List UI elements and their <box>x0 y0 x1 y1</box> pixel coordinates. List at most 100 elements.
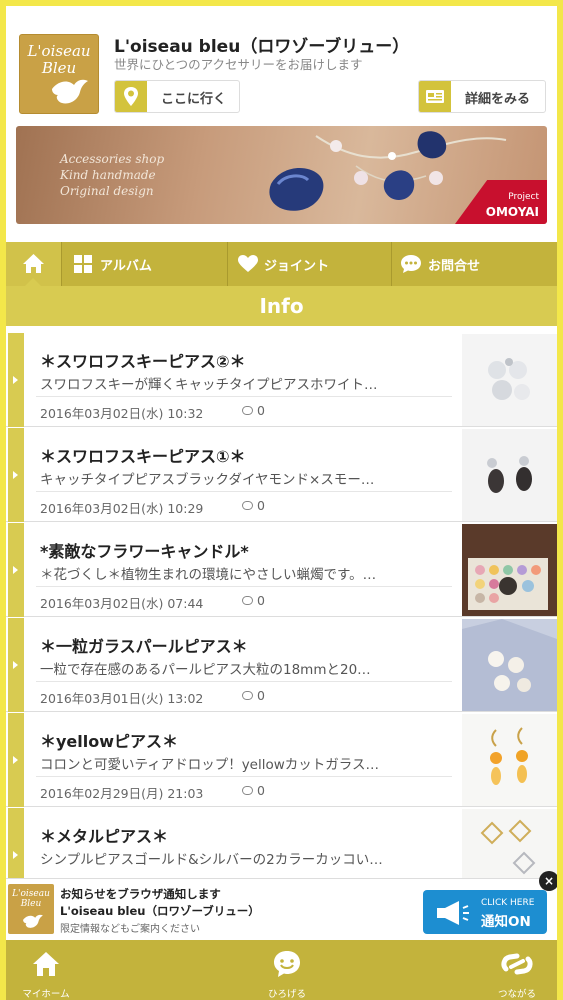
row-marker <box>8 523 24 617</box>
comment-count: 0 <box>242 403 265 418</box>
divider <box>36 776 452 777</box>
nav-album-label: アルバム <box>100 259 152 274</box>
comment-icon <box>242 596 253 605</box>
tab-spread[interactable]: ひろげる <box>217 940 357 1000</box>
megaphone-icon <box>437 901 469 925</box>
post-title: ＊メタルピアス＊ <box>40 827 169 846</box>
list-item[interactable]: ＊一粒ガラスパールピアス＊ 一粒で存在感のあるパールピアス大粒の18mmと20…… <box>6 618 557 712</box>
post-excerpt: スワロフスキーが輝くキャッチタイプピアスホワイト… <box>40 377 378 393</box>
post-title: *素敵なフラワーキャンドル* <box>40 542 249 561</box>
app-frame: L'oiseau Bleu L'oiseau bleu（ロワゾーブリュー） 世界… <box>6 6 557 1000</box>
tab-label: マイホーム <box>22 989 70 1000</box>
divider <box>36 491 452 492</box>
nav-contact[interactable]: お問合せ <box>391 242 557 286</box>
post-excerpt: キャッチタイプピアスブラックダイヤモンド×スモー… <box>40 472 375 488</box>
section-title: Info <box>6 286 557 326</box>
nav-joint-label: ジョイント <box>264 259 330 274</box>
post-thumbnail <box>462 714 557 806</box>
tab-my-home[interactable]: マイホーム <box>6 940 86 1000</box>
notify-button-label: 通知ON <box>481 914 531 930</box>
speech-bubble-icon <box>401 255 421 273</box>
link-icon <box>501 953 533 975</box>
list-item[interactable]: ＊スワロフスキーピアス①＊ キャッチタイプピアスブラックダイヤモンド×スモー… … <box>6 428 557 522</box>
banner-line-3: Original design <box>60 184 154 198</box>
post-title: ＊yellowピアス＊ <box>40 732 179 751</box>
post-thumbnail <box>462 619 557 711</box>
comment-count: 0 <box>242 593 265 608</box>
notify-on-button[interactable]: CLICK HERE 通知ON <box>423 890 547 934</box>
notify-shop-name: L'oiseau bleu（ロワゾーブリュー） <box>60 904 260 918</box>
nav-joint[interactable]: ジョイント <box>227 242 391 286</box>
shop-banner[interactable]: Accessories shop Kind handmade Original … <box>16 126 547 224</box>
map-pin-icon <box>115 81 147 112</box>
list-item[interactable]: ＊yellowピアス＊ コロンと可愛いティアドロップ！yellowカットガラス…… <box>6 713 557 807</box>
detail-label: 詳細をみる <box>465 92 531 107</box>
active-caret <box>25 278 41 286</box>
bird-icon <box>23 914 43 928</box>
row-marker <box>8 333 24 427</box>
nav-home[interactable] <box>6 242 61 286</box>
badge-big-text: OMOYAI <box>485 205 539 219</box>
shop-header: L'oiseau Bleu L'oiseau bleu（ロワゾーブリュー） 世界… <box>6 6 557 242</box>
tab-connect[interactable]: つながる <box>477 940 557 1000</box>
post-thumbnail <box>462 429 557 521</box>
chevron-right-icon <box>13 566 18 574</box>
shop-tagline: 世界にひとつのアクセサリーをお届けします <box>114 57 363 72</box>
post-date: 2016年03月02日(水) 07:44 <box>40 596 204 611</box>
comment-icon <box>242 406 253 415</box>
heart-icon <box>238 255 258 272</box>
post-title: ＊スワロフスキーピアス①＊ <box>40 447 246 466</box>
post-excerpt: コロンと可愛いティアドロップ！yellowカットガラス… <box>40 757 380 773</box>
chevron-right-icon <box>13 471 18 479</box>
post-thumbnail <box>462 809 557 878</box>
card-icon <box>419 81 451 112</box>
chevron-right-icon <box>13 661 18 669</box>
post-date: 2016年02月29日(月) 21:03 <box>40 786 204 801</box>
row-marker <box>8 808 24 878</box>
home-icon <box>33 952 59 976</box>
post-title: ＊一粒ガラスパールピアス＊ <box>40 637 248 656</box>
post-thumbnail <box>462 334 557 426</box>
notify-logo-text: L'oiseau Bleu <box>12 889 50 909</box>
tab-label: ひろげる <box>267 989 306 1000</box>
tab-label: つながる <box>497 989 536 1000</box>
grid-icon <box>74 255 92 273</box>
go-here-label: ここに行く <box>161 92 227 107</box>
detail-button[interactable]: 詳細をみる <box>418 80 546 113</box>
notify-headline: お知らせをブラウザ通知します <box>60 887 221 901</box>
post-date: 2016年03月02日(水) 10:29 <box>40 501 204 516</box>
close-icon[interactable]: × <box>539 871 557 891</box>
go-here-button[interactable]: ここに行く <box>114 80 240 113</box>
bottom-tab-bar: マイホーム ひろげる つながる <box>6 940 557 1000</box>
notify-button-small: CLICK HERE <box>481 898 535 908</box>
comment-count: 0 <box>242 688 265 703</box>
nav-album[interactable]: アルバム <box>61 242 227 286</box>
comment-icon <box>242 786 253 795</box>
comment-count: 0 <box>242 783 265 798</box>
notification-banner[interactable]: L'oiseau Bleu お知らせをブラウザ通知します L'oiseau bl… <box>6 871 557 940</box>
divider <box>36 396 452 397</box>
post-thumbnail <box>462 524 557 616</box>
list-item[interactable]: ＊メタルピアス＊ シンプルピアスゴールド&シルバーの2カラーカッコい… <box>6 808 557 878</box>
chevron-right-icon <box>13 851 18 859</box>
post-date: 2016年03月01日(火) 13:02 <box>40 691 204 706</box>
row-marker <box>8 713 24 807</box>
list-item[interactable]: *素敵なフラワーキャンドル* ＊花づくし＊植物生まれの環境にやさしい蝋燭です。…… <box>6 523 557 617</box>
notify-logo: L'oiseau Bleu <box>8 884 54 934</box>
post-excerpt: ＊花づくし＊植物生まれの環境にやさしい蝋燭です。… <box>40 567 377 583</box>
post-title: ＊スワロフスキーピアス②＊ <box>40 352 246 371</box>
banner-line-1: Accessories shop <box>60 152 165 166</box>
post-list: ＊スワロフスキーピアス②＊ スワロフスキーが輝くキャッチタイプピアスホワイト… … <box>6 333 557 878</box>
list-item[interactable]: ＊スワロフスキーピアス②＊ スワロフスキーが輝くキャッチタイプピアスホワイト… … <box>6 333 557 427</box>
post-excerpt: 一粒で存在感のあるパールピアス大粒の18mmと20… <box>40 662 371 678</box>
category-nav: アルバム ジョイント お問合せ <box>6 242 557 286</box>
banner-line-2: Kind handmade <box>60 168 156 182</box>
chevron-right-icon <box>13 376 18 384</box>
notify-note: 限定情報などもご案内ください <box>60 924 200 935</box>
row-marker <box>8 428 24 522</box>
bird-icon <box>52 79 88 104</box>
divider <box>36 681 452 682</box>
divider <box>36 586 452 587</box>
badge-small-text: Project <box>508 192 539 202</box>
chevron-right-icon <box>13 756 18 764</box>
